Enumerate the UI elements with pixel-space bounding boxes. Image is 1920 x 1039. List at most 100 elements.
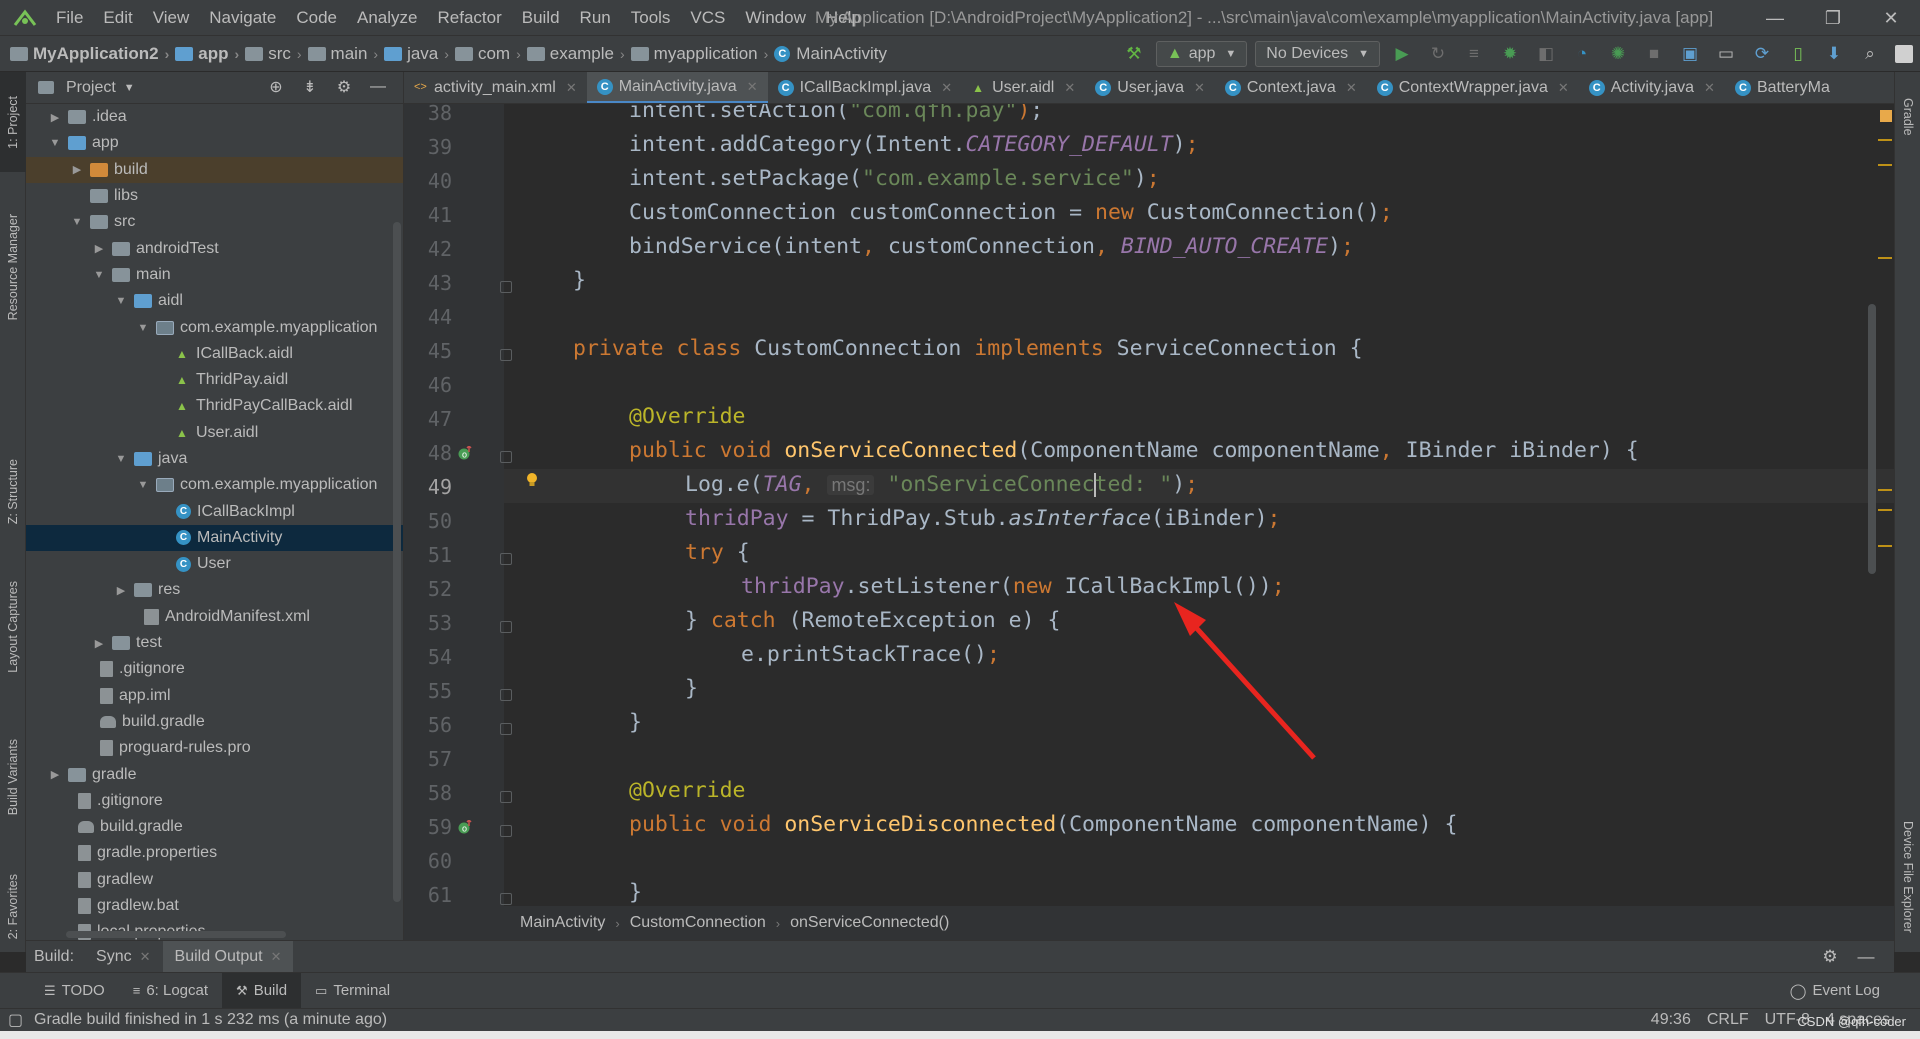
tool-window-terminal[interactable]: ▭ Terminal [301, 973, 404, 1009]
tree-item[interactable]: gradlew.bat [26, 893, 403, 919]
tab-contextwrapper-java[interactable]: C ContextWrapper.java ✕ [1367, 72, 1579, 103]
avatar[interactable] [1895, 45, 1913, 63]
caret-position[interactable]: 49:36 [1651, 1011, 1691, 1029]
menu-file[interactable]: File [46, 0, 93, 36]
close-icon[interactable]: ✕ [1558, 80, 1569, 96]
tab-context-java[interactable]: C Context.java ✕ [1215, 72, 1367, 103]
crumb-project[interactable]: MyApplication2 › [10, 44, 175, 64]
tab-batteryma[interactable]: C BatteryMa [1725, 72, 1840, 103]
rerun-icon[interactable]: ↻ [1427, 43, 1449, 65]
close-icon[interactable]: ✕ [271, 949, 282, 965]
gear-icon[interactable]: ⚙ [333, 76, 355, 98]
event-log-button[interactable]: ◯ Event Log [1790, 982, 1880, 1000]
chevron-right-icon[interactable]: ▶ [48, 111, 62, 124]
tree-item[interactable]: proguard-rules.pro [26, 735, 403, 761]
crumb-mainactivity[interactable]: C MainActivity [774, 44, 887, 64]
tree-item[interactable]: .gitignore [26, 788, 403, 814]
menu-refactor[interactable]: Refactor [427, 0, 511, 36]
menu-code[interactable]: Code [286, 0, 347, 36]
menu-vcs[interactable]: VCS [680, 0, 735, 36]
tree-item[interactable]: C ICallBackImpl [26, 498, 403, 524]
chevron-down-icon[interactable]: ▼ [124, 82, 135, 94]
debug-icon[interactable]: ✹ [1499, 43, 1521, 65]
tab-icallbackimpl-java[interactable]: C ICallBackImpl.java ✕ [768, 72, 963, 103]
chevron-down-icon[interactable]: ▼ [136, 322, 150, 334]
tab-user-java[interactable]: C User.java ✕ [1085, 72, 1215, 103]
tree-item[interactable]: ▶ res [26, 577, 403, 603]
close-icon[interactable]: ✕ [1064, 80, 1075, 96]
tree-item[interactable]: ▶ test [26, 630, 403, 656]
minimize-button[interactable]: — [1746, 0, 1804, 36]
crumb-example[interactable]: example › [526, 44, 631, 64]
error-stripe[interactable] [1878, 104, 1894, 906]
coverage-icon[interactable]: ◧ [1535, 43, 1557, 65]
run-icon[interactable]: ▶ [1391, 43, 1413, 65]
sdk-manager-icon[interactable]: ⬇ [1823, 43, 1845, 65]
tree-item[interactable]: AndroidManifest.xml [26, 604, 403, 630]
menu-analyze[interactable]: Analyze [347, 0, 427, 36]
attach-debugger-icon[interactable]: ✺ [1607, 43, 1629, 65]
locate-icon[interactable]: ⊕ [265, 76, 287, 98]
breadcrumb-inner-class[interactable]: CustomConnection [630, 914, 766, 932]
tree-item[interactable]: .gitignore [26, 656, 403, 682]
project-structure-icon[interactable]: ▣ [1679, 43, 1701, 65]
tree-item-selected[interactable]: C MainActivity [26, 524, 403, 552]
menu-window[interactable]: Window [735, 0, 815, 36]
line-separator[interactable]: CRLF [1707, 1011, 1749, 1029]
tool-tab-layout-captures[interactable]: Layout Captures [0, 562, 26, 692]
tool-tab-resource-manager[interactable]: Resource Manager [0, 192, 26, 342]
tool-window-todo[interactable]: ☰ TODO [30, 973, 119, 1009]
warning-mark[interactable] [1878, 139, 1892, 141]
hide-icon[interactable]: — [367, 76, 389, 98]
chevron-right-icon[interactable]: ▶ [114, 584, 128, 597]
close-icon[interactable]: ✕ [140, 949, 151, 965]
menu-tools[interactable]: Tools [621, 0, 681, 36]
close-icon[interactable]: ✕ [747, 79, 758, 95]
breadcrumb-class[interactable]: MainActivity [520, 914, 605, 932]
breadcrumb-method[interactable]: onServiceConnected() [790, 914, 949, 932]
tree-item[interactable]: build.gradle [26, 814, 403, 840]
chevron-right-icon[interactable]: ▶ [70, 163, 84, 176]
tree-item[interactable]: ▶ gradle [26, 761, 403, 787]
tab-activity-main-xml[interactable]: <> activity_main.xml ✕ [404, 72, 587, 103]
chevron-down-icon[interactable]: ▼ [136, 479, 150, 491]
tool-tab-structure[interactable]: Z: Structure [0, 442, 26, 542]
crumb-com[interactable]: com › [454, 44, 527, 64]
tree-item[interactable]: ▲ ThridPayCallBack.aidl [26, 393, 403, 419]
warning-mark[interactable] [1878, 509, 1892, 511]
close-icon[interactable]: ✕ [941, 80, 952, 96]
warning-mark[interactable] [1878, 489, 1892, 491]
close-icon[interactable]: ✕ [1194, 80, 1205, 96]
chevron-down-icon[interactable]: ▼ [114, 295, 128, 307]
crumb-app[interactable]: app › [175, 44, 245, 64]
menu-edit[interactable]: Edit [93, 0, 142, 36]
tree-item[interactable]: ▲ User.aidl [26, 420, 403, 446]
close-icon[interactable]: ✕ [1704, 80, 1715, 96]
stop-icon[interactable]: ■ [1643, 43, 1665, 65]
chevron-down-icon[interactable]: ▼ [48, 137, 62, 149]
chevron-right-icon[interactable]: ▶ [48, 768, 62, 781]
apply-changes-icon[interactable]: ≡ [1463, 43, 1485, 65]
tree-item[interactable]: ▼ com.example.myapplication [26, 314, 403, 340]
run-config-dropdown[interactable]: ▲ app ▼ [1155, 41, 1248, 67]
tree-item[interactable]: ▼ aidl [26, 288, 403, 314]
menu-navigate[interactable]: Navigate [199, 0, 286, 36]
crumb-java[interactable]: java › [384, 44, 455, 64]
tree-item[interactable]: ▲ ICallBack.aidl [26, 341, 403, 367]
tree-item[interactable]: ▲ ThridPay.aidl [26, 367, 403, 393]
menu-view[interactable]: View [143, 0, 200, 36]
menu-run[interactable]: Run [570, 0, 621, 36]
collapse-all-icon[interactable]: ⇟ [299, 76, 321, 98]
device-dropdown[interactable]: No Devices ▼ [1255, 41, 1380, 67]
hammer-icon[interactable]: ⚒ [1123, 43, 1145, 65]
tree-item[interactable]: ▶ build [26, 156, 403, 183]
warning-mark[interactable] [1878, 545, 1892, 547]
warning-mark[interactable] [1878, 257, 1892, 259]
search-icon[interactable]: ⌕ [1859, 43, 1881, 65]
tool-tab-device-file-explorer[interactable]: Device File Explorer [1895, 802, 1920, 952]
tree-item[interactable]: ▶ androidTest [26, 235, 403, 261]
tab-mainactivity-java[interactable]: C MainActivity.java ✕ [586, 72, 768, 103]
avd-manager-icon[interactable]: ▭ [1715, 43, 1737, 65]
chevron-right-icon[interactable]: ▶ [92, 242, 106, 255]
gear-icon[interactable]: ⚙ [1819, 946, 1841, 968]
